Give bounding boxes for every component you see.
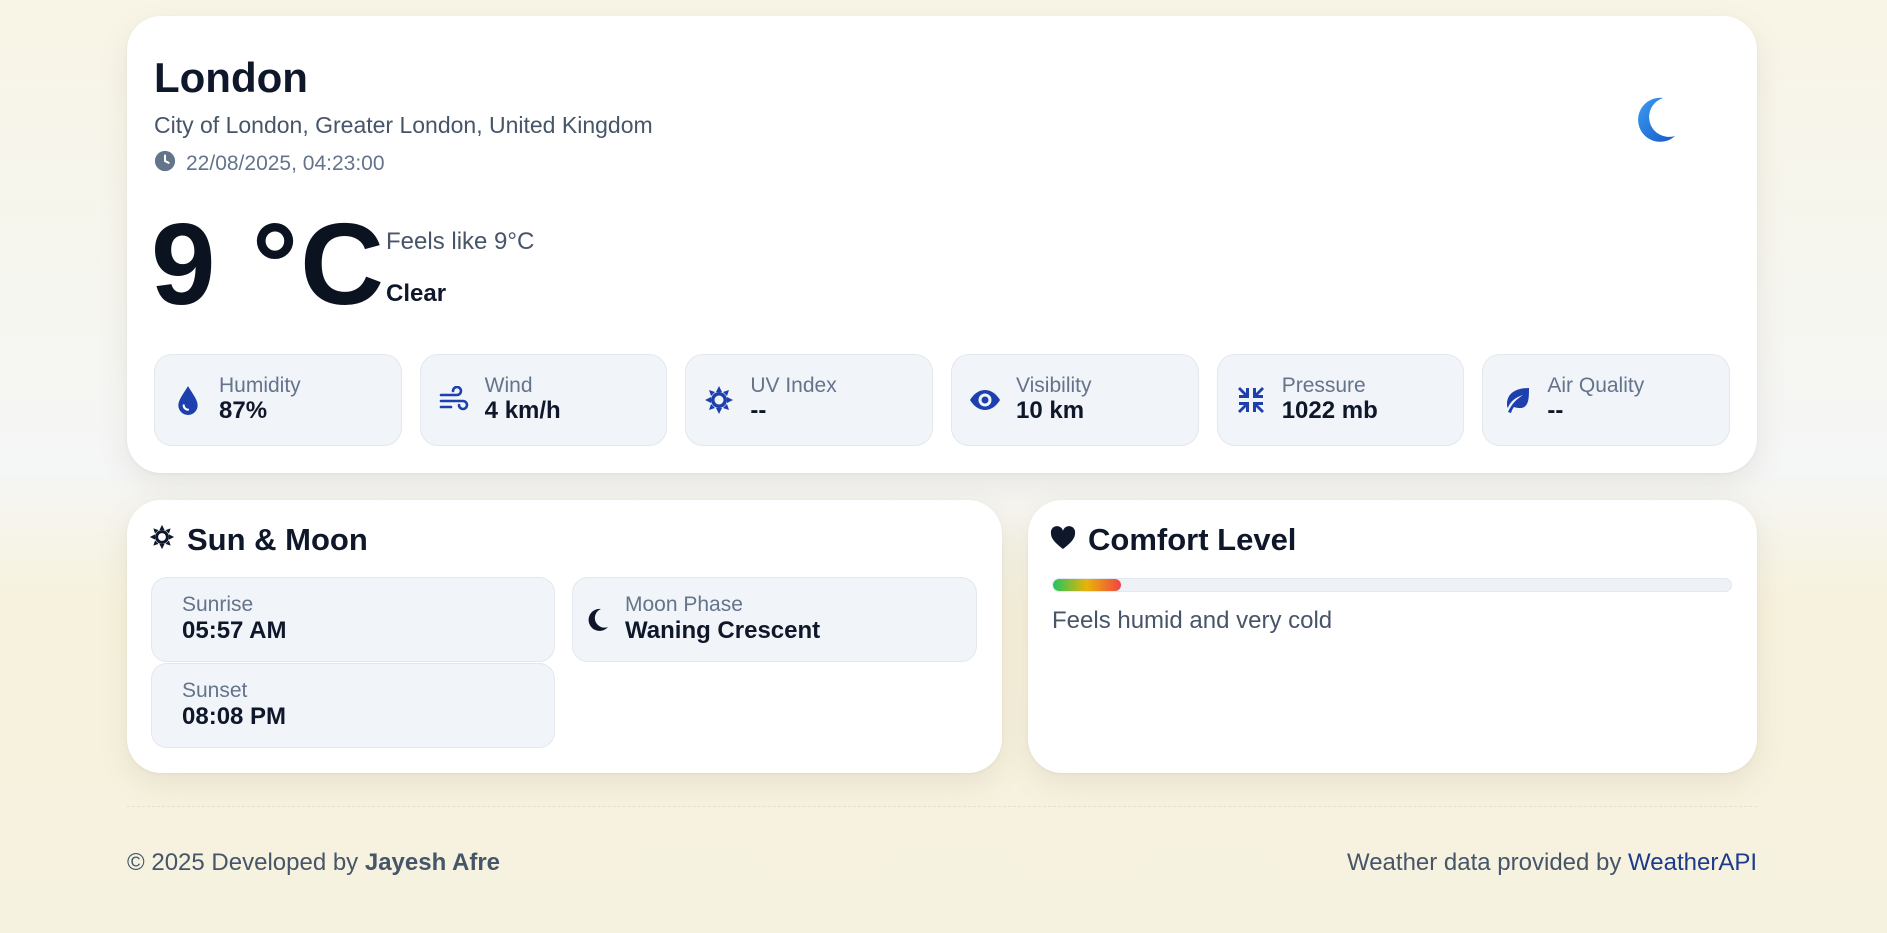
datetime-text: 22/08/2025, 04:23:00 xyxy=(186,152,385,175)
metric-label: Humidity xyxy=(219,374,301,398)
sunset-label: Sunset xyxy=(182,679,248,703)
metric-pressure: Pressure 1022 mb xyxy=(1216,354,1465,446)
moon-icon xyxy=(587,608,613,632)
leaf-icon xyxy=(1499,383,1533,417)
metric-label: UV Index xyxy=(750,374,837,398)
heart-icon xyxy=(1050,522,1076,558)
sunrise-value: 05:57 AM xyxy=(182,617,287,645)
metric-wind: Wind 4 km/h xyxy=(419,354,668,446)
metric-humidity: Humidity 87% xyxy=(154,354,402,446)
sunset-value: 08:08 PM xyxy=(182,703,287,731)
section-title: Comfort Level xyxy=(1088,522,1297,557)
metric-value: -- xyxy=(1547,397,1564,425)
moon-phase-value: Waning Crescent xyxy=(625,617,821,645)
comfort-bar-fill xyxy=(1053,579,1121,591)
comfort-level-card: Comfort Level Feels humid and very cold xyxy=(1028,500,1757,773)
moon-phase-tile: Moon Phase Waning Crescent xyxy=(572,577,977,662)
wind-icon xyxy=(437,383,471,417)
compress-icon xyxy=(1234,383,1268,417)
sun-moon-card: Sun & Moon Sunrise 05:57 AM Sunset 08:08… xyxy=(127,500,1002,773)
metric-value: 1022 mb xyxy=(1281,397,1378,425)
city-name: London xyxy=(154,54,308,101)
crescent-moon-icon xyxy=(1625,90,1685,150)
author-name: Jayesh Afre xyxy=(364,849,501,876)
metrics-row: Humidity 87% Wind 4 km/h UV Index -- Visibi… xyxy=(154,354,1731,446)
credit-text: Weather data provided by xyxy=(1346,849,1629,876)
condition-text: Clear xyxy=(386,280,447,307)
metric-value: 87% xyxy=(219,397,268,425)
local-time: 22/08/2025, 04:23:00 xyxy=(154,150,385,178)
eye-icon xyxy=(968,383,1002,417)
temperature-value: 9 °C xyxy=(151,199,386,329)
metric-label: Wind xyxy=(484,374,533,398)
metric-value: -- xyxy=(750,397,767,425)
footer-copyright: © 2025 Developed by Jayesh Afre xyxy=(127,849,500,877)
feels-like-text: Feels like 9°C xyxy=(386,228,535,255)
metric-air-quality: Air Quality -- xyxy=(1482,354,1731,446)
comfort-heading: Comfort Level xyxy=(1050,522,1296,558)
footer-credit: Weather data provided by WeatherAPI xyxy=(1347,849,1757,877)
metric-value: 10 km xyxy=(1016,397,1085,425)
moon-phase-label: Moon Phase xyxy=(625,593,743,617)
comfort-description: Feels humid and very cold xyxy=(1052,607,1333,634)
metric-value: 4 km/h xyxy=(484,397,561,425)
current-weather-card: London City of London, Greater London, U… xyxy=(127,16,1757,473)
sunset-tile: Sunset 08:08 PM xyxy=(151,663,555,748)
weatherapi-link[interactable]: WeatherAPI xyxy=(1628,849,1757,876)
sun-moon-heading: Sun & Moon xyxy=(149,522,368,558)
sun-icon xyxy=(149,522,175,558)
sunrise-label: Sunrise xyxy=(182,593,254,617)
metric-uv-index: UV Index -- xyxy=(685,354,934,446)
metric-label: Air Quality xyxy=(1547,374,1645,398)
metric-visibility: Visibility 10 km xyxy=(951,354,1199,446)
droplet-icon xyxy=(171,383,205,417)
clock-icon xyxy=(154,150,176,178)
region-text: City of London, Greater London, United K… xyxy=(154,112,653,138)
section-title: Sun & Moon xyxy=(187,522,368,557)
copyright-text: © 2025 Developed by xyxy=(127,849,365,876)
metric-label: Visibility xyxy=(1016,374,1092,398)
sunrise-tile: Sunrise 05:57 AM xyxy=(151,577,555,662)
comfort-bar xyxy=(1052,578,1732,592)
footer-divider xyxy=(127,806,1757,807)
metric-label: Pressure xyxy=(1281,374,1366,398)
sun-icon xyxy=(702,383,736,417)
